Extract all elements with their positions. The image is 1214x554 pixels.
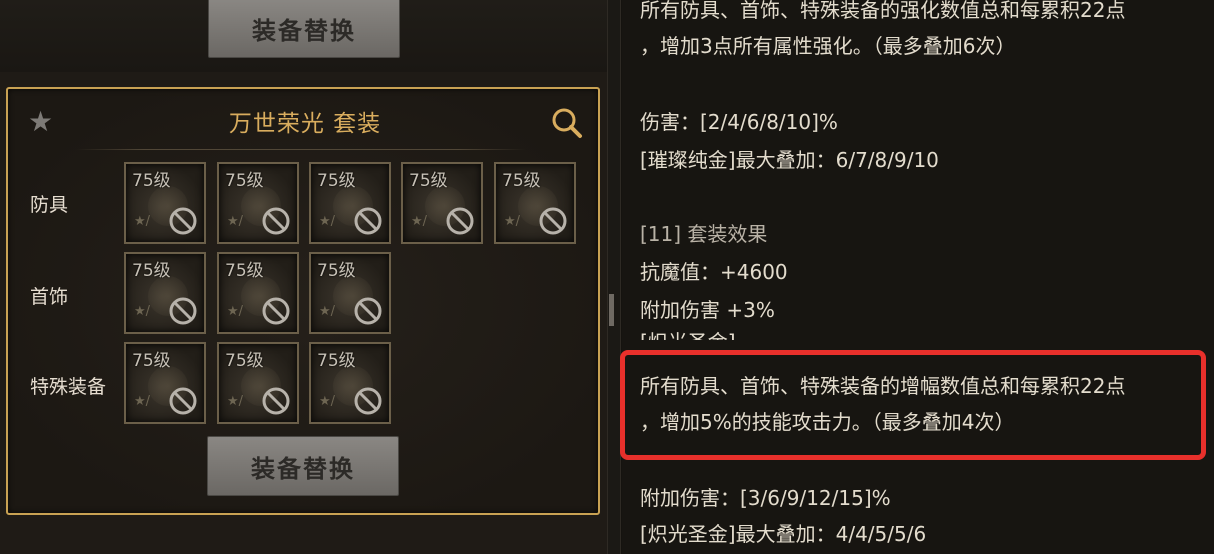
equipment-slot-armor[interactable]: 75级 ★/ [124, 162, 206, 244]
no-entry-icon [354, 207, 382, 235]
effect-line: 附加伤害：[3/6/9/12/15]% [640, 486, 891, 510]
slot-level-label: 75级 [225, 171, 264, 191]
set-panel: 装备替换 ★ 万世荣光 套装 防具 首饰 特殊装备 75级 ★/ 75级 ★/ 75级 ★… [0, 0, 607, 554]
slot-level-label: 75级 [132, 171, 171, 191]
slot-star-icon: ★/ [227, 214, 244, 229]
equipment-slot-special[interactable]: 75级 ★/ [217, 342, 299, 424]
slot-level-label: 75级 [225, 351, 264, 371]
slot-level-label: 75级 [317, 171, 356, 191]
effect-line: [炽光圣金] [640, 326, 736, 340]
title-divider [76, 149, 526, 150]
slot-level-label: 75级 [132, 261, 171, 281]
slot-star-icon: ★/ [134, 304, 151, 319]
equipment-slot-armor[interactable]: 75级 ★/ [217, 162, 299, 244]
equipment-slot-special[interactable]: 75级 ★/ [124, 342, 206, 424]
equipment-slot-armor[interactable]: 75级 ★/ [494, 162, 576, 244]
highlight-annotation [620, 350, 1206, 460]
equipment-slot-accessory[interactable]: 75级 ★/ [124, 252, 206, 334]
effect-line: 伤害：[2/4/6/8/10]% [640, 110, 838, 134]
equipment-slot-armor[interactable]: 75级 ★/ [309, 162, 391, 244]
set-title: 万世荣光 套装 [228, 111, 382, 137]
effect-line: 附加伤害 +3% [640, 298, 775, 322]
slot-star-icon: ★/ [319, 304, 336, 319]
no-entry-icon [169, 387, 197, 415]
slot-level-label: 75级 [132, 351, 171, 371]
no-entry-icon [539, 207, 567, 235]
equipment-slot-armor[interactable]: 75级 ★/ [401, 162, 483, 244]
no-entry-icon [354, 297, 382, 325]
swap-equipment-button-top[interactable]: 装备替换 [208, 0, 400, 58]
scrollbar-handle[interactable] [609, 294, 614, 326]
slot-level-label: 75级 [317, 351, 356, 371]
row-label-accessory: 首饰 [30, 286, 69, 308]
slot-star-icon: ★/ [134, 394, 151, 409]
effect-line: 所有防具、首饰、特殊装备的强化数值总和每累积22点 [640, 0, 1126, 22]
slot-star-icon: ★/ [319, 394, 336, 409]
row-label-special: 特殊装备 [30, 376, 107, 398]
no-entry-icon [446, 207, 474, 235]
effect-line: ，增加3点所有属性强化。（最多叠加6次） [640, 34, 1016, 58]
no-entry-icon [262, 297, 290, 325]
effect-line: [11] 套装效果 [640, 222, 768, 246]
swap-equipment-button[interactable]: 装备替换 [207, 436, 399, 496]
search-icon[interactable] [550, 106, 584, 140]
slot-star-icon: ★/ [411, 214, 428, 229]
panel-divider [607, 0, 621, 554]
equipment-slot-accessory[interactable]: 75级 ★/ [309, 252, 391, 334]
effect-line: 抗魔值：+4600 [640, 260, 788, 284]
slot-star-icon: ★/ [319, 214, 336, 229]
slot-level-label: 75级 [225, 261, 264, 281]
equipment-slot-accessory[interactable]: 75级 ★/ [217, 252, 299, 334]
slot-level-label: 75级 [409, 171, 448, 191]
no-entry-icon [262, 387, 290, 415]
effect-line: [璀璨纯金]最大叠加：6/7/8/9/10 [640, 148, 939, 172]
no-entry-icon [262, 207, 290, 235]
set-effect-text-panel[interactable]: 所有防具、首饰、特殊装备的强化数值总和每累积22点 ，增加3点所有属性强化。（最… [622, 0, 1214, 554]
effect-line: [炽光圣金]最大叠加：4/4/5/5/6 [640, 522, 927, 546]
no-entry-icon [169, 297, 197, 325]
no-entry-icon [354, 387, 382, 415]
equipment-slot-special[interactable]: 75级 ★/ [309, 342, 391, 424]
slot-star-icon: ★/ [227, 394, 244, 409]
star-icon[interactable]: ★ [28, 108, 56, 136]
slot-star-icon: ★/ [134, 214, 151, 229]
no-entry-icon [169, 207, 197, 235]
slot-level-label: 75级 [317, 261, 356, 281]
slot-star-icon: ★/ [504, 214, 521, 229]
row-label-armor: 防具 [30, 194, 69, 216]
slot-star-icon: ★/ [227, 304, 244, 319]
slot-level-label: 75级 [502, 171, 541, 191]
